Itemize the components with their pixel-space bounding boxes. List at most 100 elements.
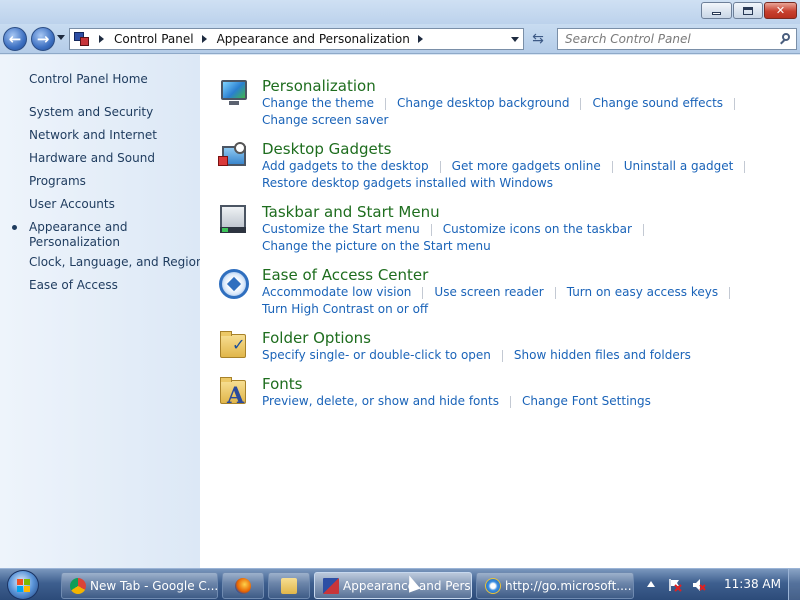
maximize-button[interactable] (733, 2, 763, 19)
link-easy-access-keys[interactable]: Turn on easy access keys (567, 285, 718, 300)
action-center-flag-icon[interactable] (668, 578, 682, 592)
link-restore-gadgets[interactable]: Restore desktop gadgets installed with W… (262, 176, 553, 191)
link-separator (554, 286, 556, 299)
minimize-button[interactable] (701, 2, 732, 19)
category-title[interactable]: Fonts (262, 375, 651, 393)
breadcrumb-chevron-icon[interactable] (201, 35, 207, 43)
windows-logo-icon (17, 579, 31, 592)
category-title[interactable]: Taskbar and Start Menu (262, 203, 655, 221)
breadcrumb-appearance[interactable]: Appearance and Personalization (217, 32, 410, 46)
sidebar-item-hardware-sound[interactable]: Hardware and Sound (29, 151, 155, 166)
link-preview-fonts[interactable]: Preview, delete, or show and hide fonts (262, 394, 499, 409)
sidebar-item-network-internet[interactable]: Network and Internet (29, 128, 157, 143)
sidebar-item-system-security[interactable]: System and Security (29, 105, 153, 120)
search-box (557, 28, 797, 50)
sidebar-item-ease-of-access[interactable]: Ease of Access (29, 278, 118, 293)
link-add-gadgets[interactable]: Add gadgets to the desktop (262, 159, 429, 174)
breadcrumb-control-panel[interactable]: Control Panel (114, 32, 194, 46)
search-icon[interactable] (780, 33, 791, 45)
category-title[interactable]: Folder Options (262, 329, 691, 347)
link-separator (734, 97, 736, 110)
back-button[interactable]: ← (3, 27, 27, 51)
link-separator (744, 160, 746, 173)
link-show-hidden-files[interactable]: Show hidden files and folders (514, 348, 691, 363)
link-separator (580, 97, 582, 110)
link-uninstall-gadget[interactable]: Uninstall a gadget (624, 159, 734, 174)
close-icon: ✕ (775, 4, 786, 17)
link-separator (509, 395, 511, 408)
taskbar-button-internet-explorer[interactable]: http://go.microsoft.... (476, 572, 634, 599)
desktop-gadgets-icon[interactable] (218, 142, 250, 174)
category-taskbar-start-menu: Taskbar and Start Menu Customize the Sta… (262, 203, 655, 255)
address-dropdown-icon[interactable] (511, 37, 519, 42)
breadcrumb-chevron-icon[interactable] (417, 35, 423, 43)
search-input[interactable] (565, 29, 775, 49)
link-separator (501, 349, 503, 362)
link-separator (642, 223, 644, 236)
link-change-sound-effects[interactable]: Change sound effects (592, 96, 723, 111)
start-button[interactable] (7, 570, 39, 600)
taskbar: New Tab - Google C... Appearance and Per… (0, 568, 800, 600)
category-desktop-gadgets: Desktop Gadgets Add gadgets to the deskt… (262, 140, 756, 192)
show-hidden-icons-arrow-icon[interactable] (647, 581, 655, 587)
category-folder-options: Folder Options Specify single- or double… (262, 329, 691, 364)
link-separator (439, 160, 441, 173)
control-panel-icon (74, 31, 91, 47)
taskbar-button-label: http://go.microsoft.... (505, 578, 632, 593)
ease-of-access-icon[interactable] (218, 268, 250, 300)
firefox-icon (235, 577, 251, 594)
link-separator (385, 97, 387, 110)
category-title[interactable]: Desktop Gadgets (262, 140, 756, 158)
folder-options-icon[interactable]: ✓ (218, 329, 250, 361)
recent-pages-dropdown[interactable] (57, 35, 65, 40)
link-single-double-click[interactable]: Specify single- or double-click to open (262, 348, 491, 363)
maximize-icon (743, 6, 753, 15)
link-change-desktop-background[interactable]: Change desktop background (397, 96, 569, 111)
current-section-bullet-icon (12, 225, 17, 230)
category-title[interactable]: Personalization (262, 77, 746, 95)
category-fonts: Fonts Preview, delete, or show and hide … (262, 375, 651, 410)
sidebar-item-clock-language-region[interactable]: Clock, Language, and Region (29, 255, 204, 270)
link-change-screen-saver[interactable]: Change screen saver (262, 113, 389, 128)
control-panel-icon (323, 577, 339, 594)
forward-button[interactable]: → (31, 27, 55, 51)
link-separator (611, 160, 613, 173)
internet-explorer-icon (485, 577, 501, 594)
sidebar-item-label: Appearance and (29, 220, 128, 234)
back-arrow-icon: ← (8, 30, 22, 48)
taskbar-button-explorer[interactable] (268, 572, 310, 599)
sidebar-item-user-accounts[interactable]: User Accounts (29, 197, 115, 212)
link-change-start-picture[interactable]: Change the picture on the Start menu (262, 239, 491, 254)
sidebar-item-control-panel-home[interactable]: Control Panel Home (29, 72, 148, 87)
category-personalization: Personalization Change the theme Change … (262, 77, 746, 129)
link-use-screen-reader[interactable]: Use screen reader (434, 285, 543, 300)
taskbar-button-firefox[interactable] (222, 572, 264, 599)
forward-arrow-icon: → (36, 30, 50, 48)
fonts-icon[interactable]: A (218, 375, 250, 409)
link-separator (430, 223, 432, 236)
link-change-theme[interactable]: Change the theme (262, 96, 374, 111)
breadcrumb-chevron-icon[interactable] (99, 35, 104, 43)
refresh-icon: ⇆ (532, 31, 544, 47)
link-separator (422, 286, 424, 299)
taskbar-button-label: New Tab - Google C... (90, 578, 217, 593)
sidebar-item-programs[interactable]: Programs (29, 174, 86, 189)
taskbar-button-control-panel[interactable]: Appearance and Pers... (314, 572, 472, 599)
close-button[interactable]: ✕ (764, 2, 797, 19)
link-customize-taskbar-icons[interactable]: Customize icons on the taskbar (443, 222, 632, 237)
link-get-more-gadgets[interactable]: Get more gadgets online (452, 159, 601, 174)
taskbar-icon[interactable] (218, 205, 250, 237)
personalization-icon[interactable] (218, 78, 250, 110)
link-high-contrast[interactable]: Turn High Contrast on or off (262, 302, 428, 317)
volume-muted-icon[interactable] (692, 578, 706, 592)
show-desktop-button[interactable] (788, 569, 800, 600)
taskbar-button-chrome[interactable]: New Tab - Google C... (61, 572, 218, 599)
link-change-font-settings[interactable]: Change Font Settings (522, 394, 651, 409)
address-bar[interactable]: Control Panel Appearance and Personaliza… (69, 28, 524, 50)
category-title[interactable]: Ease of Access Center (262, 266, 741, 284)
category-ease-of-access-center: Ease of Access Center Accommodate low vi… (262, 266, 741, 318)
link-customize-start-menu[interactable]: Customize the Start menu (262, 222, 420, 237)
refresh-button[interactable]: ⇆ (527, 29, 549, 49)
taskbar-clock[interactable]: 11:38 AM (724, 577, 781, 591)
link-accommodate-low-vision[interactable]: Accommodate low vision (262, 285, 411, 300)
